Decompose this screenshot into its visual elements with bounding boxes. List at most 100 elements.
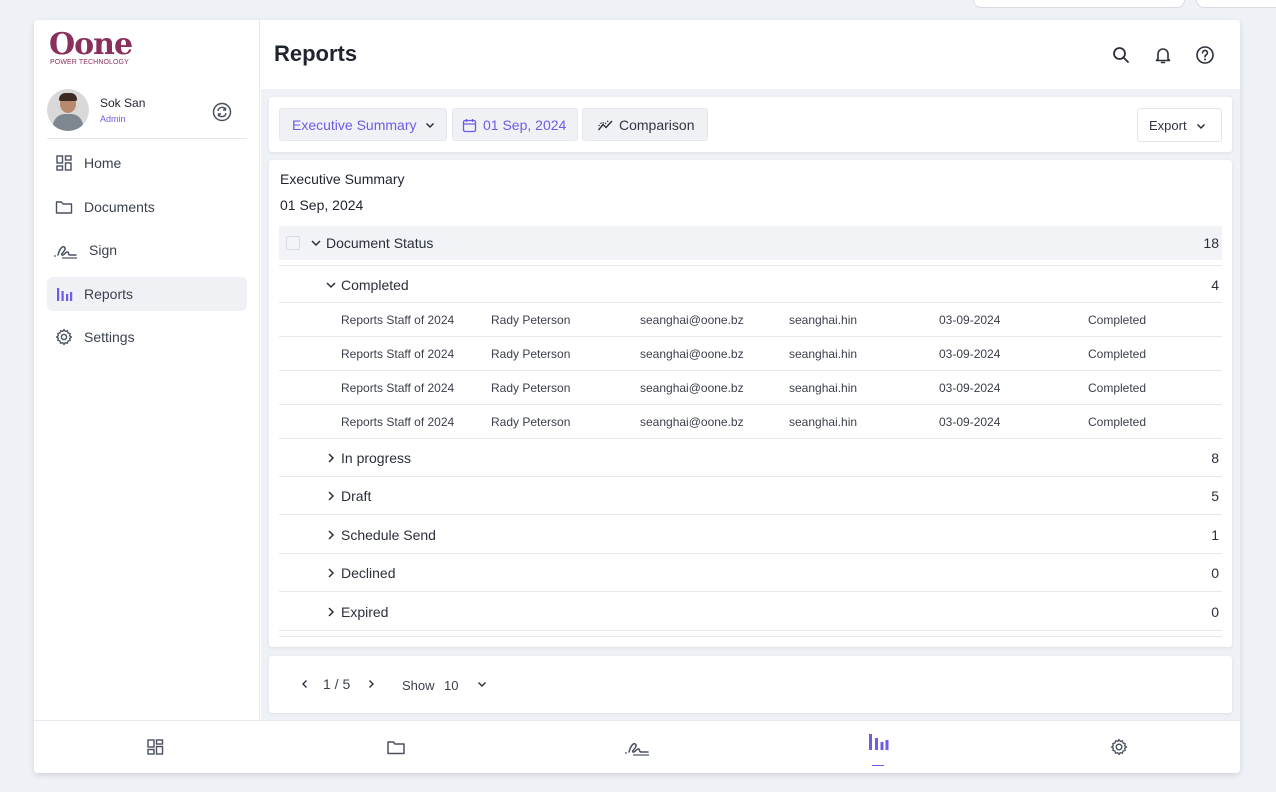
sidebar-item-settings[interactable]: Settings [47,320,247,354]
sidebar-divider [47,138,247,139]
group-row-document-status[interactable]: Document Status 18 [279,226,1222,260]
status-count: 8 [1211,450,1219,466]
chevron-down-icon [425,122,435,129]
report-panel: Executive Summary 01 Sep, 2024 Document … [269,160,1232,647]
switch-account-icon[interactable] [211,101,233,123]
cell-email: seanghai@oone.bz [640,415,744,429]
sidebar-item-home[interactable]: Home [47,146,247,180]
sidebar: Oone POWER TECHNOLOGY Sok San Admin Home… [34,20,260,720]
sidebar-item-label: Home [84,155,122,171]
status-count: 0 [1211,604,1219,620]
cell-date: 03-09-2024 [939,347,1001,361]
sidebar-item-label: Settings [84,329,135,345]
cell-status: Completed [1088,313,1147,327]
status-row-draft[interactable]: Draft 5 [279,477,1222,515]
sidebar-item-label: Sign [89,242,118,258]
export-dropdown[interactable]: Export [1137,108,1222,142]
chevron-down-icon[interactable] [475,677,489,691]
cell-status: Completed [1088,415,1147,429]
bell-icon[interactable] [1153,45,1173,65]
cell-name: Rady Peterson [491,347,571,361]
select-checkbox[interactable] [286,236,300,250]
status-label: Completed [341,277,409,293]
status-row-declined[interactable]: Declined 0 [279,554,1222,592]
sidebar-item-label: Documents [84,198,155,215]
report-type-dropdown[interactable]: Executive Summary [279,108,447,141]
status-row-completed[interactable]: Completed 4 [279,265,1222,303]
status-row-schedule-send[interactable]: Schedule Send 1 [279,516,1222,554]
sidebar-item-reports[interactable]: Reports [47,276,247,311]
search-icon[interactable] [1111,45,1131,65]
cell-email: seanghai@oone.bz [640,313,744,327]
chevron-right-icon[interactable] [324,489,338,503]
bar-chart-icon[interactable] [867,731,889,753]
cell-document: Reports Staff of 2024 [341,313,455,327]
status-count: 1 [1211,527,1219,543]
cell-email: seanghai@oone.bz [640,347,744,361]
table-row[interactable]: Reports Staff of 2024 Rady Peterson sean… [279,303,1222,337]
bar-chart-icon [57,287,73,301]
user-role: Admin [100,114,126,124]
pagination: 1 / 5 Show 10 [269,656,1232,713]
cell-date: 03-09-2024 [939,313,1001,327]
gear-icon[interactable] [1108,736,1130,758]
status-label: In progress [341,450,412,466]
cell-status: Completed [1088,347,1147,361]
status-label: Declined [341,565,396,581]
logo: Oone POWER TECHNOLOGY [49,28,133,68]
signature-icon[interactable] [623,736,651,758]
cell-status: Completed [1088,381,1147,395]
avatar [47,89,89,131]
active-tab-indicator [872,765,884,766]
chevron-right-icon[interactable] [324,528,338,542]
page-size-value[interactable]: 10 [444,678,458,693]
logo-subtitle: POWER TECHNOLOGY [50,59,129,66]
table-row[interactable]: Reports Staff of 2024 Rady Peterson sean… [279,371,1222,405]
chevron-down-icon[interactable] [324,278,338,292]
status-label: Expired [341,604,389,620]
calendar-icon [462,119,477,133]
page-indicator: 1 / 5 [323,676,351,692]
sidebar-nav: Home Documents Sign Reports Settings [47,146,247,364]
chevron-right-icon[interactable] [364,677,378,691]
page-title: Reports [274,41,358,66]
table-row[interactable]: Reports Staff of 2024 Rady Peterson sean… [279,337,1222,371]
background-control [1196,0,1276,8]
user-name: Sok San [100,96,146,110]
cell-name: Rady Peterson [491,415,571,429]
logo-wordmark: Oone [49,27,133,62]
cell-email: seanghai@oone.bz [640,381,744,395]
report-toolbar: Executive Summary 01 Sep, 2024 Compariso… [269,97,1232,152]
report-title: Executive Summary [280,171,405,187]
cell-username: seanghai.hin [789,381,858,395]
comparison-label: Comparison [619,116,695,133]
report-date: 01 Sep, 2024 [280,197,364,213]
sidebar-item-documents[interactable]: Documents [47,190,247,224]
report-type-label: Executive Summary [292,116,417,133]
comparison-button[interactable]: Comparison [582,108,708,141]
chevron-right-icon[interactable] [324,451,338,465]
cell-username: seanghai.hin [789,415,858,429]
page-size-label: Show [402,678,435,693]
help-icon[interactable] [1195,45,1215,65]
chevron-down-icon[interactable] [309,236,323,250]
status-row-in-progress[interactable]: In progress 8 [279,439,1222,477]
status-label: Draft [341,488,372,504]
status-label: Schedule Send [341,527,436,543]
gear-icon [55,328,73,346]
date-picker-button[interactable]: 01 Sep, 2024 [452,108,578,141]
group-label: Document Status [326,235,434,251]
table-row[interactable]: Reports Staff of 2024 Rady Peterson sean… [279,405,1222,439]
row-divider [279,636,1222,637]
cell-document: Reports Staff of 2024 [341,381,455,395]
user-profile[interactable]: Sok San Admin [47,89,245,133]
chevron-left-icon[interactable] [298,677,312,691]
sidebar-item-sign[interactable]: Sign [47,233,247,267]
group-count: 18 [1203,235,1219,251]
folder-icon[interactable] [385,736,407,758]
trend-compare-icon [597,119,613,131]
chevron-right-icon[interactable] [324,566,338,580]
status-row-expired[interactable]: Expired 0 [279,593,1222,631]
chevron-right-icon[interactable] [324,605,338,619]
grid-icon[interactable] [144,736,166,758]
